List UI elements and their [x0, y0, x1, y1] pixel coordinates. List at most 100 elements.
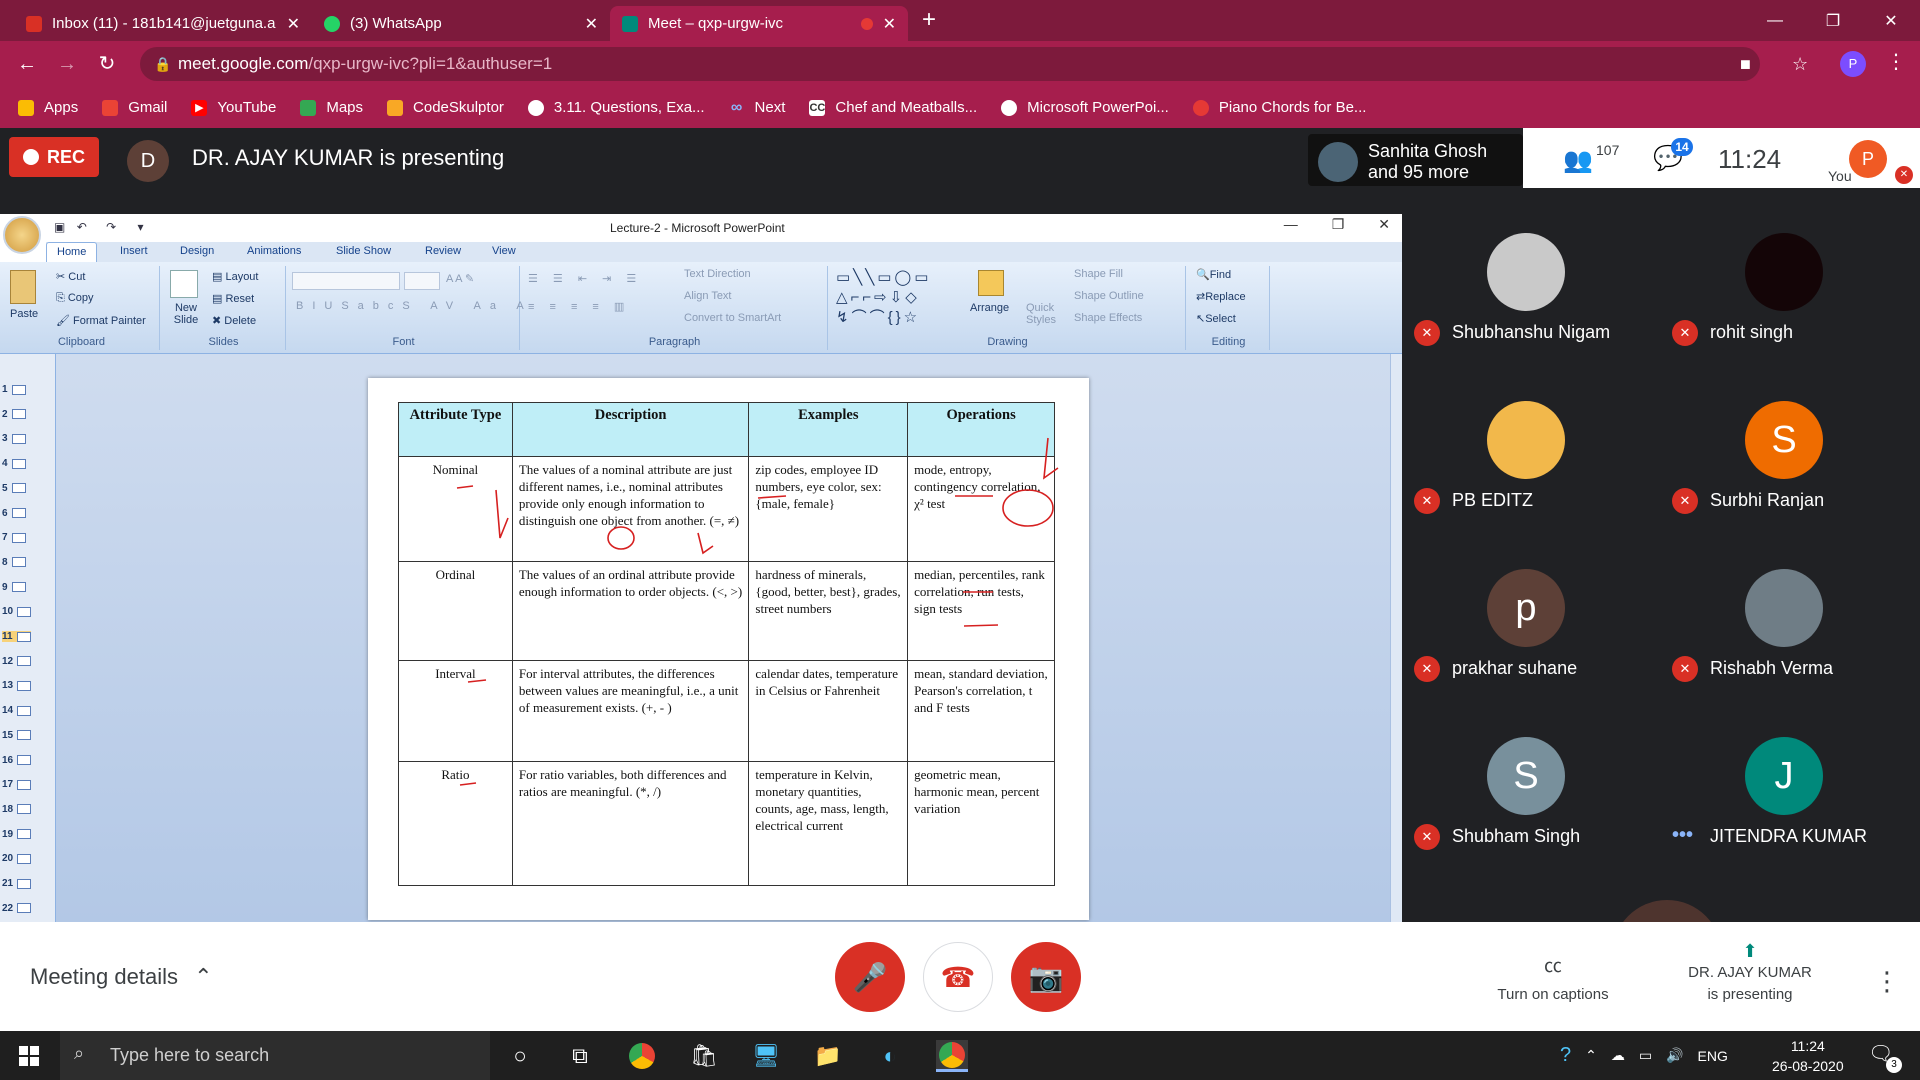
participant-tile[interactable]: J ••• JITENDRA KUMAR	[1660, 692, 1920, 860]
cortana-icon[interactable]: ○	[504, 1040, 536, 1072]
shape-outline-button[interactable]: Shape Outline	[1074, 290, 1144, 302]
quick-styles-button[interactable]: Quick Styles	[1026, 302, 1060, 326]
bookmark-chef[interactable]: CC Chef and Meatballs...	[809, 99, 977, 116]
slide-thumbnail[interactable]: 7	[2, 532, 26, 543]
participant-tile[interactable]: p ✕ prakhar suhane	[1402, 524, 1662, 692]
arrange-icon[interactable]	[978, 270, 1004, 296]
captions-button[interactable]: ㏄ Turn on captions	[1488, 952, 1618, 1003]
vertical-scrollbar[interactable]	[1390, 354, 1402, 922]
slide-thumbnail[interactable]: 22	[2, 903, 32, 914]
new-slide-icon[interactable]	[170, 270, 198, 298]
paste-icon[interactable]	[10, 270, 36, 304]
meeting-details-button[interactable]: Meeting details ⌃	[30, 964, 213, 990]
bookmark-youtube[interactable]: ▶ YouTube	[191, 99, 276, 116]
bookmark-apps[interactable]: Apps	[18, 99, 78, 116]
bookmark-gmail[interactable]: Gmail	[102, 99, 167, 116]
present-now-button[interactable]: ⬆ DR. AJAY KUMAR is presenting	[1670, 940, 1830, 1006]
slide-thumbnail[interactable]: 12	[2, 656, 32, 667]
camera-toggle-button[interactable]: 📷	[1011, 942, 1081, 1012]
ribbon-tab-home[interactable]: Home	[46, 242, 98, 262]
edge-icon[interactable]: ◐	[874, 1040, 906, 1072]
slide-thumbnail[interactable]: 3	[2, 433, 26, 444]
slide-thumbnail[interactable]: 6	[2, 508, 26, 519]
slide-thumbnail[interactable]: 15	[2, 730, 32, 741]
shape-fill-button[interactable]: Shape Fill	[1074, 268, 1123, 280]
ribbon-tab-insert[interactable]: Insert	[120, 245, 148, 257]
participant-tile[interactable]: S ✕ Surbhi Ranjan	[1660, 356, 1920, 524]
shape-effects-button[interactable]: Shape Effects	[1074, 312, 1142, 324]
font-size-input[interactable]	[404, 272, 440, 290]
ribbon-tab-design[interactable]: Design	[180, 245, 214, 257]
start-button[interactable]	[0, 1031, 58, 1080]
slide-thumbnail[interactable]: 20	[2, 853, 32, 864]
forward-button[interactable]: →	[52, 49, 82, 79]
leave-call-button[interactable]: ☎	[923, 942, 993, 1012]
back-button[interactable]: ←	[12, 49, 42, 79]
taskbar-clock[interactable]: 11:24 26-08-2020	[1772, 1036, 1844, 1076]
align-text-button[interactable]: Align Text	[684, 290, 732, 302]
paste-button[interactable]: Paste	[10, 308, 38, 320]
participant-tile[interactable]: S ✕ Shubham Singh	[1402, 692, 1662, 860]
ribbon-tab-slideshow[interactable]: Slide Show	[336, 245, 391, 257]
participant-tile[interactable]: ✕ Rishabh Verma	[1660, 524, 1920, 692]
slide-thumbnail[interactable]: 18	[2, 804, 32, 815]
tab-gmail[interactable]: Inbox (11) - 181b141@juetguna.a ✕	[14, 6, 312, 41]
slide-thumbnail[interactable]: 10	[2, 606, 32, 617]
customize-icon[interactable]: ▾	[138, 220, 144, 234]
save-icon[interactable]: ▣	[54, 220, 65, 234]
tab-meet[interactable]: Meet – qxp-urgw-ivc ✕	[610, 6, 908, 41]
mic-toggle-button[interactable]: 🎤	[835, 942, 905, 1012]
slide-thumbnail[interactable]: 8	[2, 557, 26, 568]
participant-tile[interactable]: ✕ PB EDITZ	[1402, 356, 1662, 524]
new-tab-button[interactable]: +	[922, 6, 936, 34]
language-indicator[interactable]: ENG	[1698, 1048, 1728, 1064]
minimize-button[interactable]: —	[1746, 0, 1804, 41]
align-icons[interactable]: ≡ ≡ ≡ ≡ ▥	[528, 300, 630, 313]
menu-kebab-icon[interactable]: ⋮	[1886, 49, 1906, 74]
reset-button[interactable]: ▤ Reset	[212, 292, 254, 305]
help-icon[interactable]: ?	[1560, 1044, 1571, 1067]
minimize-button[interactable]: —	[1284, 216, 1298, 233]
bookmark-powerpoint[interactable]: Microsoft PowerPoi...	[1001, 99, 1169, 116]
participant-tile[interactable]: ✕ Shubhanshu Nigam	[1402, 188, 1662, 356]
office-button[interactable]	[3, 216, 41, 254]
profile-avatar[interactable]: P	[1840, 51, 1866, 77]
arrange-button[interactable]: Arrange	[970, 302, 1009, 314]
ribbon-tab-animations[interactable]: Animations	[247, 245, 301, 257]
text-direction-button[interactable]: Text Direction	[684, 268, 751, 280]
slide-thumbnail[interactable]: 19	[2, 829, 32, 840]
slide-thumbnail[interactable]: 9	[2, 582, 26, 593]
smartart-button[interactable]: Convert to SmartArt	[684, 312, 781, 324]
more-options-icon[interactable]: •••	[1672, 824, 1693, 847]
participant-tile[interactable]: ✕ rohit singh	[1660, 188, 1920, 356]
more-options-icon[interactable]: ⋮	[1874, 966, 1900, 997]
font-name-input[interactable]	[292, 272, 400, 290]
volume-icon[interactable]: 🔊	[1666, 1047, 1683, 1064]
computer-icon[interactable]: 🖥	[750, 1040, 782, 1072]
slide-thumbnail[interactable]: 16	[2, 755, 32, 766]
chevron-up-icon[interactable]: ⌃	[1585, 1047, 1597, 1064]
close-window-button[interactable]: ✕	[1862, 0, 1920, 41]
close-window-button[interactable]: ✕	[1378, 216, 1390, 233]
store-icon[interactable]: 🛍	[688, 1040, 720, 1072]
camera-blocked-icon[interactable]: ■	[1740, 47, 1751, 81]
task-view-icon[interactable]: ⧉	[564, 1040, 596, 1072]
ribbon-tab-review[interactable]: Review	[425, 245, 461, 257]
taskbar-search-input[interactable]: ⌕ Type here to search	[60, 1031, 490, 1080]
select-button[interactable]: ↖Select	[1196, 312, 1236, 325]
slide-thumbnail[interactable]: 2	[2, 409, 26, 420]
slide-thumbnail[interactable]: 14	[2, 705, 32, 716]
redo-icon[interactable]: ↷	[106, 220, 116, 234]
bookmark-piano[interactable]: Piano Chords for Be...	[1192, 99, 1366, 116]
people-icon[interactable]: 👥	[1563, 146, 1593, 175]
delete-slide-button[interactable]: ✖ Delete	[212, 314, 256, 327]
bookmark-maps[interactable]: Maps	[300, 99, 363, 116]
new-slide-button[interactable]: New Slide	[166, 302, 206, 326]
tab-whatsapp[interactable]: (3) WhatsApp ✕	[312, 6, 610, 41]
slide-thumbnail[interactable]: 5	[2, 483, 26, 494]
restore-button[interactable]: ❐	[1332, 216, 1345, 233]
chrome-icon[interactable]	[626, 1040, 658, 1072]
cut-button[interactable]: ✂ Cut	[56, 270, 85, 283]
active-speaker-tile[interactable]: Sanhita Ghosh and 95 more	[1308, 134, 1523, 186]
slide-thumbnail[interactable]: 21	[2, 878, 32, 889]
